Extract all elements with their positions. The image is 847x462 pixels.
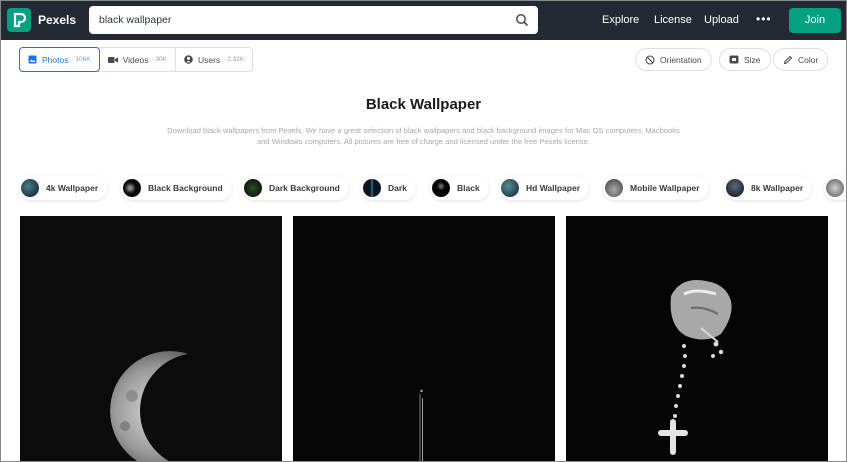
- search-box[interactable]: black wallpaper: [89, 6, 538, 34]
- chip-dark-background[interactable]: Dark Background: [242, 176, 349, 200]
- orientation-filter-button[interactable]: Orientation: [635, 48, 712, 71]
- chip-thumbnail: [123, 179, 141, 197]
- moon-image: [110, 351, 230, 461]
- chip-thumbnail: [21, 179, 39, 197]
- chip-thumbnail: [826, 179, 844, 197]
- chip-8k-wallpaper[interactable]: 8k Wallpaper: [724, 176, 813, 200]
- tab-count: · 30K: [151, 56, 168, 63]
- chip-thumbnail: [244, 179, 262, 197]
- chip-4k-wallpaper[interactable]: 4k Wallpaper: [19, 176, 108, 200]
- chip-thumbnail: [605, 179, 623, 197]
- size-filter-button[interactable]: Size: [719, 48, 771, 71]
- tab-count: · 106K: [71, 56, 91, 63]
- chip-thumbnail: [726, 179, 744, 197]
- tab-users[interactable]: Users · 2.32K: [176, 48, 252, 71]
- size-label: Size: [744, 54, 761, 65]
- chip-label: Hd Wallpaper: [526, 183, 580, 193]
- search-icon[interactable]: [515, 13, 529, 32]
- chip-thumbnail: [501, 179, 519, 197]
- tab-photos[interactable]: Photos · 106K: [19, 47, 100, 72]
- tab-label: Videos: [122, 54, 149, 65]
- photo-dark-candle[interactable]: [293, 216, 555, 461]
- user-icon: [184, 55, 193, 64]
- nav-upload[interactable]: Upload: [704, 14, 739, 26]
- search-input[interactable]: black wallpaper: [99, 14, 171, 26]
- chip-dark[interactable]: Dark: [361, 176, 416, 200]
- top-header: Pexels black wallpaper Explore License U…: [1, 1, 846, 40]
- chip-mobile-wallpaper[interactable]: Mobile Wallpaper: [603, 176, 709, 200]
- pexels-page: Pexels black wallpaper Explore License U…: [0, 0, 847, 462]
- nav-license[interactable]: License: [654, 14, 692, 26]
- photo-moon[interactable]: [20, 216, 282, 461]
- chip-label: Black: [457, 183, 480, 193]
- pencil-icon: [783, 55, 793, 65]
- chip-label: 8k Wallpaper: [751, 183, 804, 193]
- tab-count: · 2.32K: [223, 56, 245, 63]
- chip-more[interactable]: [824, 176, 846, 200]
- tab-videos[interactable]: Videos · 30K: [100, 48, 177, 71]
- orientation-label: Orientation: [660, 54, 702, 65]
- media-type-tabs: Photos · 106K Videos · 30K Users · 2.32K: [19, 47, 254, 72]
- chip-black-background[interactable]: Black Background: [121, 176, 232, 200]
- chip-label: Black Background: [148, 183, 223, 193]
- chip-label: Dark: [388, 183, 407, 193]
- color-label: Color: [798, 54, 819, 65]
- tab-label: Photos: [42, 54, 69, 65]
- page-description: Download black wallpapers from Pexels. W…: [167, 126, 680, 146]
- video-icon: [107, 56, 118, 64]
- chip-hd-wallpaper[interactable]: Hd Wallpaper: [499, 176, 589, 200]
- size-icon: [729, 55, 739, 64]
- orientation-icon: [645, 54, 655, 65]
- chip-label: Mobile Wallpaper: [630, 183, 700, 193]
- nav-explore[interactable]: Explore: [602, 14, 639, 26]
- rosary-image: [658, 280, 732, 455]
- page-title: Black Wallpaper: [365, 96, 482, 113]
- chip-thumbnail: [363, 179, 381, 197]
- photo-hand-rosary[interactable]: [566, 216, 828, 461]
- brand-name[interactable]: Pexels: [38, 13, 76, 27]
- pexels-logo-icon[interactable]: [7, 8, 31, 32]
- chip-black[interactable]: Black: [430, 176, 489, 200]
- join-button[interactable]: Join: [789, 8, 841, 33]
- candle-image: [419, 389, 423, 461]
- chip-thumbnail: [432, 179, 450, 197]
- tab-label: Users: [198, 54, 221, 65]
- color-filter-button[interactable]: Color: [773, 48, 829, 71]
- image-icon: [28, 55, 37, 64]
- chip-label: Dark Background: [269, 183, 340, 193]
- more-menu-icon[interactable]: •••: [756, 12, 772, 26]
- chip-label: 4k Wallpaper: [46, 183, 99, 193]
